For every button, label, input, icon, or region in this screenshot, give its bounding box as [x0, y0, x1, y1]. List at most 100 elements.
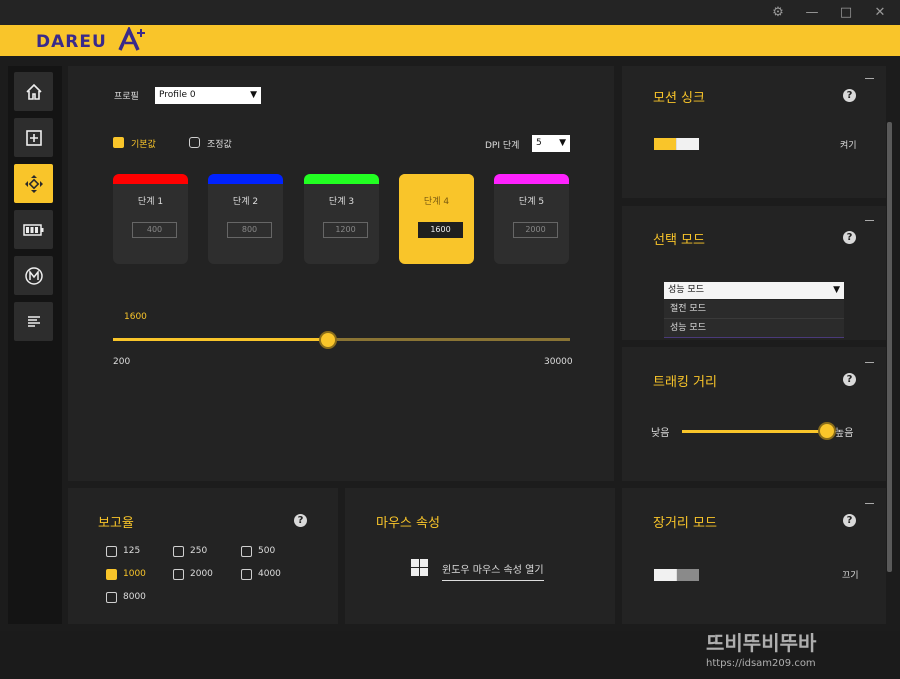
toggle-on-half	[654, 569, 676, 581]
stage-color-strip	[494, 174, 569, 184]
dpi-stage-card-1[interactable]: 단계 1 400	[113, 174, 188, 264]
toggle-on-half	[654, 138, 676, 150]
brand-bar: DAREU	[0, 25, 900, 56]
toggle-off-half	[677, 138, 699, 150]
rate-1000-label: 1000	[123, 569, 146, 579]
stage-name: 단계 2	[232, 197, 259, 207]
tracking-distance-title: 트래킹 거리	[653, 375, 717, 390]
tracking-distance-panel	[622, 347, 886, 481]
rate-250-label: 250	[190, 546, 208, 556]
motion-sync-help-icon[interactable]: ?	[843, 89, 856, 102]
sidebar-item-buttons[interactable]	[14, 118, 53, 157]
dpi-stage-count-value: 5	[536, 138, 542, 148]
tracking-slider-track[interactable]	[682, 430, 827, 433]
dpi-stage-card-5[interactable]: 단계 5 2000	[494, 174, 569, 264]
report-rate-title: 보고율	[98, 516, 134, 531]
rate-4000-label: 4000	[258, 569, 281, 579]
default-label: 기본값	[131, 140, 156, 150]
stage-name: 단계 3	[328, 197, 355, 207]
profile-select[interactable]: Profile 0 ▼	[155, 87, 261, 104]
collapse-icon[interactable]	[865, 78, 874, 79]
home-icon	[25, 83, 42, 100]
dpi-stage-card-2[interactable]: 단계 2 800	[208, 174, 283, 264]
motion-sync-title: 모션 싱크	[653, 91, 705, 106]
stage-value-field[interactable]: 1600	[418, 222, 463, 238]
rate-1000-checkbox[interactable]	[106, 569, 117, 580]
battery-icon	[22, 223, 43, 236]
chevron-down-icon: ▼	[833, 285, 840, 295]
stage-name: 단계 5	[518, 197, 545, 207]
mouse-properties-panel	[345, 488, 615, 624]
custom-checkbox[interactable]	[189, 137, 200, 148]
rate-250-checkbox[interactable]	[173, 546, 184, 557]
sidebar-item-dpi[interactable]	[14, 164, 53, 203]
chevron-down-icon: ▼	[559, 138, 566, 148]
sidebar-item-home[interactable]	[14, 72, 53, 111]
collapse-icon[interactable]	[865, 220, 874, 221]
motion-sync-toggle[interactable]	[654, 138, 699, 150]
select-mode-option-performance[interactable]: 성능 모드	[664, 319, 844, 338]
title-bar: ⚙ — □ ✕	[0, 0, 900, 25]
tracking-distance-help-icon[interactable]: ?	[843, 373, 856, 386]
sidebar-item-macro[interactable]	[14, 256, 53, 295]
brand-a-plus-logo-icon	[118, 27, 145, 51]
dpi-slider-max-label: 30000	[544, 357, 573, 367]
rate-2000-checkbox[interactable]	[173, 569, 184, 580]
long-range-state-label: 끄기	[842, 571, 859, 581]
stage-value-field[interactable]: 400	[132, 222, 177, 238]
minimize-button[interactable]: —	[796, 0, 828, 25]
dpi-slider-min-label: 200	[113, 357, 131, 367]
select-mode-help-icon[interactable]: ?	[843, 231, 856, 244]
report-rate-help-icon[interactable]: ?	[294, 514, 307, 527]
mouse-properties-title: 마우스 속성	[376, 516, 440, 531]
rate-500-checkbox[interactable]	[241, 546, 252, 557]
custom-label: 조정값	[207, 140, 232, 150]
stage-value-field[interactable]: 1200	[323, 222, 368, 238]
text-lines-icon	[27, 315, 40, 327]
motion-sync-panel	[622, 66, 886, 198]
dpi-slider-handle[interactable]	[320, 333, 335, 347]
watermark-url: https://idsam209.com	[706, 658, 816, 669]
dpi-slider-track[interactable]	[113, 338, 570, 341]
close-button[interactable]: ✕	[864, 0, 896, 25]
dpi-panel	[68, 66, 614, 481]
brand-logo: DAREU	[36, 32, 107, 52]
collapse-icon[interactable]	[865, 503, 874, 504]
rate-4000-checkbox[interactable]	[241, 569, 252, 580]
stage-color-strip	[208, 174, 283, 184]
rate-125-checkbox[interactable]	[106, 546, 117, 557]
stage-value-field[interactable]: 800	[227, 222, 272, 238]
stage-color-strip	[304, 174, 379, 184]
settings-gear-icon[interactable]: ⚙	[762, 0, 794, 25]
open-windows-mouse-properties-link[interactable]: 윈도우 마우스 속성 열기	[442, 561, 544, 581]
rate-8000-checkbox[interactable]	[106, 592, 117, 603]
dpi-stage-card-3[interactable]: 단계 3 1200	[304, 174, 379, 264]
select-mode-select[interactable]: 성능 모드 ▼	[664, 282, 844, 299]
long-range-title: 장거리 모드	[653, 516, 717, 531]
right-panel-scrollbar[interactable]	[887, 122, 892, 572]
rate-8000-label: 8000	[123, 592, 146, 602]
tracking-low-label: 낮음	[651, 428, 670, 439]
rate-2000-label: 2000	[190, 569, 213, 579]
dpi-stage-card-4[interactable]: 단계 4 1600	[399, 174, 474, 264]
motion-sync-state-label: 켜기	[840, 141, 857, 151]
long-range-toggle[interactable]	[654, 569, 699, 581]
sidebar-item-info[interactable]	[14, 302, 53, 341]
profile-select-value: Profile 0	[159, 90, 196, 100]
sidebar-item-battery[interactable]	[14, 210, 53, 249]
stage-name: 단계 4	[423, 197, 450, 207]
stage-value-field[interactable]: 2000	[513, 222, 558, 238]
select-mode-title: 선택 모드	[653, 233, 705, 248]
plus-square-icon	[25, 129, 42, 146]
macro-m-icon	[24, 266, 43, 285]
dpi-slider-value-label: 1600	[124, 312, 147, 322]
collapse-icon[interactable]	[865, 362, 874, 363]
dpi-stage-count-select[interactable]: 5 ▼	[532, 135, 570, 152]
long-range-help-icon[interactable]: ?	[843, 514, 856, 527]
move-crosshair-icon	[24, 174, 43, 193]
toggle-off-half	[677, 569, 699, 581]
maximize-button[interactable]: □	[830, 0, 862, 25]
select-mode-option-power-save[interactable]: 절전 모드	[664, 300, 844, 319]
tracking-slider-handle[interactable]	[820, 424, 834, 438]
default-checkbox[interactable]	[113, 137, 124, 148]
